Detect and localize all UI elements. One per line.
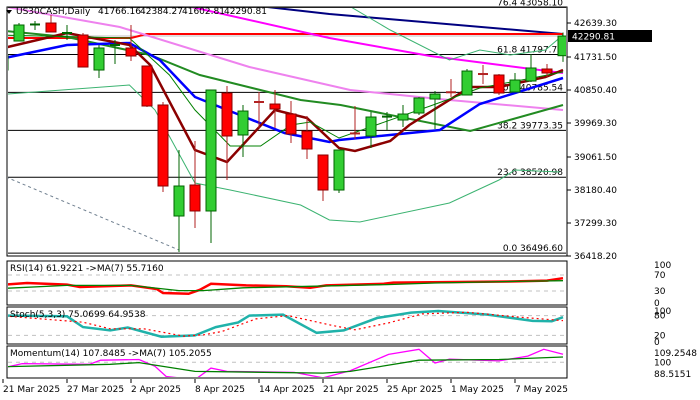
candle-body bbox=[221, 92, 233, 137]
time-tick-label: 7 May 2025 bbox=[515, 385, 568, 395]
candle-body bbox=[541, 68, 553, 74]
candle-body bbox=[429, 93, 441, 100]
trading-chart[interactable]: 76.4 43058.1061.8 41797.7350.0 40785.543… bbox=[0, 0, 700, 400]
rsi-panel[interactable]: RSI(14) 61.9221 ->MA(7) 55.7160 10070300 bbox=[0, 260, 671, 309]
candle-body bbox=[301, 130, 313, 150]
candle-body bbox=[413, 97, 425, 114]
candle-body bbox=[461, 70, 473, 96]
fib-level-label: 76.4 43058.10 bbox=[497, 0, 563, 8]
ohlc-low: 41602.81 bbox=[182, 7, 225, 17]
candle-body bbox=[509, 79, 521, 93]
current-price-tag: 42290.81 bbox=[568, 30, 652, 43]
indicator-axis-label: 88.5151 bbox=[654, 370, 691, 380]
indicator-axis-label: 70 bbox=[654, 271, 666, 281]
chart-title: US30CASH,Daily 41766.16 42384.27 41602.8… bbox=[6, 7, 267, 17]
ohlc-close: 42290.81 bbox=[224, 7, 267, 17]
indicator-axis-label: 80 bbox=[654, 312, 666, 322]
ohlc-high: 42384.27 bbox=[140, 7, 183, 17]
time-tick-label: 21 Apr 2025 bbox=[323, 385, 379, 395]
candle bbox=[13, 23, 25, 42]
candle-body bbox=[13, 24, 25, 42]
candle bbox=[333, 149, 345, 194]
candle-body bbox=[173, 185, 185, 217]
fib-level-label: 0.0 36496.60 bbox=[503, 244, 563, 254]
price-panel[interactable]: 76.4 43058.1061.8 41797.7350.0 40785.543… bbox=[0, 0, 652, 262]
candle bbox=[413, 97, 425, 115]
candle-body bbox=[125, 47, 137, 57]
time-tick-label: 21 Mar 2025 bbox=[3, 385, 60, 395]
price-tick-label: 42639.30 bbox=[574, 19, 617, 29]
candle bbox=[77, 33, 89, 68]
stochastic-panel[interactable]: Stoch(5,3,3) 75.0699 64.9538 10080200 bbox=[0, 306, 671, 348]
price-tick-label: 41731.50 bbox=[574, 53, 617, 63]
indicator-title: Stoch(5,3,3) 75.0699 64.9538 bbox=[10, 310, 146, 320]
candle-body bbox=[397, 113, 409, 121]
candle-body bbox=[285, 113, 297, 135]
price-tick-label: 36418.20 bbox=[574, 252, 617, 262]
candle bbox=[141, 65, 153, 108]
candle-body bbox=[269, 103, 281, 110]
time-axis: 21 Mar 2025 27 Mar 2025 2 Apr 2025 8 Apr 20… bbox=[2, 379, 568, 395]
candle bbox=[461, 69, 473, 96]
fib-level-label: 38.2 39773.35 bbox=[497, 121, 563, 131]
symbol-label: US30CASH,Daily bbox=[16, 7, 91, 17]
candle-body bbox=[157, 104, 169, 187]
indicator-title: Momentum(14) 107.8485 ->MA(7) 105.2055 bbox=[10, 349, 212, 359]
price-tick-label: 39061.50 bbox=[574, 153, 617, 163]
candle-body bbox=[45, 22, 57, 33]
time-tick-label: 8 Apr 2025 bbox=[195, 385, 245, 395]
candle-body bbox=[317, 154, 329, 191]
candle-body bbox=[141, 65, 153, 107]
indicator-axis-label: 0 bbox=[654, 338, 660, 348]
indicator-axis-label: 100 bbox=[654, 358, 671, 368]
candle-body bbox=[189, 184, 201, 212]
indicator-title: RSI(14) 61.9221 ->MA(7) 55.7160 bbox=[10, 264, 164, 274]
time-tick-label: 27 Mar 2025 bbox=[67, 385, 124, 395]
candle-body bbox=[205, 89, 217, 212]
candle-body bbox=[77, 34, 89, 68]
candle-body bbox=[237, 110, 249, 136]
price-tick-label: 39969.30 bbox=[574, 119, 617, 129]
fib-level-label: 23.6 38520.98 bbox=[497, 168, 563, 178]
indicator-axis-label: 100 bbox=[654, 261, 671, 271]
candle-body bbox=[93, 47, 105, 71]
candle-body bbox=[525, 67, 537, 82]
current-price-label: 42290.81 bbox=[572, 33, 615, 43]
momentum-panel[interactable]: Momentum(14) 107.8485 ->MA(7) 105.2055 10… bbox=[0, 345, 697, 380]
candle-body bbox=[365, 116, 377, 137]
time-tick-label: 25 Apr 2025 bbox=[387, 385, 443, 395]
candle-body bbox=[493, 74, 505, 94]
candle bbox=[493, 74, 505, 95]
indicator-axis-label: 30 bbox=[654, 287, 666, 297]
price-tick-label: 37299.30 bbox=[574, 219, 617, 229]
price-axis: 42639.30 41731.50 40850.40 39969.30 39061.50… bbox=[567, 19, 617, 262]
time-tick-label: 1 May 2025 bbox=[451, 385, 504, 395]
ohlc-open: 41766.16 bbox=[98, 7, 141, 17]
price-tick-label: 38180.40 bbox=[574, 186, 617, 196]
candle bbox=[157, 102, 169, 192]
time-tick-label: 2 Apr 2025 bbox=[131, 385, 181, 395]
time-tick-label: 14 Apr 2025 bbox=[259, 385, 315, 395]
candle-body bbox=[333, 149, 345, 191]
price-tick-label: 40850.40 bbox=[574, 86, 617, 96]
